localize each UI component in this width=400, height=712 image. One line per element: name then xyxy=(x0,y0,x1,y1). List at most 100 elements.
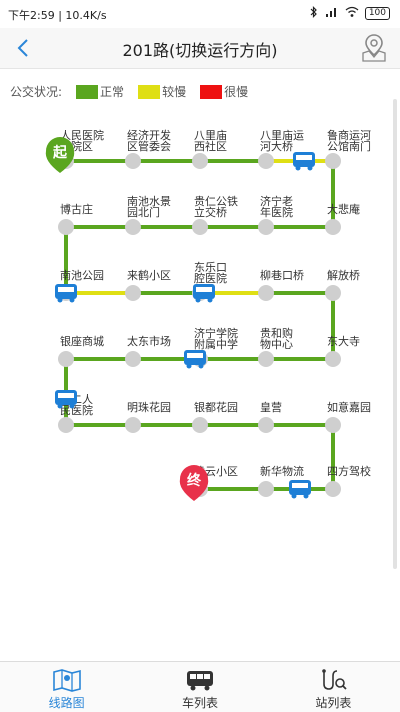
stop-label-line: 公馆南门 xyxy=(327,139,371,153)
end-badge-text: 终 xyxy=(187,472,202,489)
stop-label: 八里庙西社区 xyxy=(194,128,227,153)
wifi-icon xyxy=(345,6,359,21)
stop-label: 银都花园 xyxy=(194,400,238,414)
stop-label-line: 立交桥 xyxy=(194,205,227,219)
stop-dot[interactable] xyxy=(125,351,141,367)
status-speed: 10.4K/s xyxy=(65,9,107,22)
bus-wheel xyxy=(295,165,301,171)
tab-stop-list[interactable]: 站列表 xyxy=(267,662,400,712)
bus-icon[interactable] xyxy=(184,350,206,369)
stop-label-line: 西社区 xyxy=(194,139,227,153)
stop-label-line: 区管委会 xyxy=(127,139,171,153)
stop-label: 皇营 xyxy=(260,400,282,414)
stop-label-line: 年医院 xyxy=(260,205,293,219)
stop-label: 大悲庵 xyxy=(327,202,360,216)
map-icon xyxy=(52,669,81,692)
bus-wheel xyxy=(69,297,75,303)
stop-label-line: 腔医院 xyxy=(194,271,227,285)
route-search-icon xyxy=(322,669,347,690)
bluetooth-icon xyxy=(309,6,319,21)
stop-label: 新华物流 xyxy=(260,464,304,478)
bus-wheel xyxy=(195,297,201,303)
stop-dot[interactable] xyxy=(192,417,208,433)
bus-wheel xyxy=(57,297,63,303)
map-location-button[interactable] xyxy=(360,33,388,63)
battery-indicator: 100 xyxy=(364,7,390,20)
bus-wheel xyxy=(69,403,75,409)
bus-wheel xyxy=(291,493,297,499)
stop-dot[interactable] xyxy=(125,285,141,301)
stop-label: 贵和购物中心 xyxy=(260,326,293,351)
tab-route-map[interactable]: 线路图 xyxy=(0,662,133,712)
stop-dot[interactable] xyxy=(192,219,208,235)
bottom-tab-bar: 线路图 车列表 站列表 xyxy=(0,661,400,712)
stop-label: 银座商城 xyxy=(60,334,104,348)
stop-label: 柳巷口桥 xyxy=(260,268,304,282)
stop-dot[interactable] xyxy=(125,153,141,169)
stop-dot[interactable] xyxy=(258,417,274,433)
bus-wheel xyxy=(186,363,192,369)
stop-label: 经济开发区管委会 xyxy=(127,128,171,153)
route-diagram: 人民医院西院区经济开发区管委会八里庙西社区八里庙运河大桥鲁商运河公馆南门大悲庵济… xyxy=(45,128,371,501)
bus-icon xyxy=(186,671,213,691)
stop-label: 东乐口腔医院 xyxy=(194,261,227,285)
map-pin-icon xyxy=(362,34,386,62)
stop-dot[interactable] xyxy=(325,285,341,301)
stop-dot[interactable] xyxy=(258,219,274,235)
stop-label: 南池水景园北门 xyxy=(127,195,171,219)
bus-window xyxy=(196,287,212,292)
stop-label: 鲁商运河公馆南门 xyxy=(327,128,371,153)
stop-label: 太东市场 xyxy=(127,334,171,348)
bus-wheel xyxy=(198,363,204,369)
start-badge-text: 起 xyxy=(52,144,68,161)
stop-label: 济宁老年医院 xyxy=(260,194,293,219)
bus-icon[interactable] xyxy=(289,480,311,499)
stop-dot[interactable] xyxy=(58,417,74,433)
stop-label: 如意嘉园 xyxy=(327,400,371,414)
stop-label: 解放桥 xyxy=(327,268,360,282)
bus-icon[interactable] xyxy=(293,152,315,171)
stop-dot[interactable] xyxy=(58,219,74,235)
tab-route-map-label: 线路图 xyxy=(48,696,85,710)
bus-wheel xyxy=(57,403,63,409)
stop-dot[interactable] xyxy=(325,153,341,169)
tab-bus-list[interactable]: 车列表 xyxy=(133,662,266,712)
stop-dot[interactable] xyxy=(325,417,341,433)
stop-label-line: 物中心 xyxy=(260,337,293,351)
stop-dot[interactable] xyxy=(325,351,341,367)
status-left: 下午2:59 | 10.4K/s xyxy=(8,7,107,23)
stop-dot[interactable] xyxy=(192,153,208,169)
stop-dot[interactable] xyxy=(125,219,141,235)
stop-label: 八里庙运河大桥 xyxy=(260,128,304,153)
bus-wheel xyxy=(307,165,313,171)
bus-window xyxy=(58,393,74,398)
stop-dot[interactable] xyxy=(258,153,274,169)
stop-label-line: 民医院 xyxy=(60,403,93,417)
status-right: 100 xyxy=(309,6,390,21)
stop-label: 博古庄 xyxy=(60,202,93,216)
stop-label-line: 园北门 xyxy=(127,205,160,219)
bus-window xyxy=(292,483,308,488)
status-bar: 下午2:59 | 10.4K/s 100 xyxy=(0,0,400,28)
page-title[interactable]: 201路(切换运行方向) xyxy=(0,37,400,61)
tab-stop-list-label: 站列表 xyxy=(315,696,352,710)
stop-label: 东大寺 xyxy=(327,334,360,348)
bus-wheel xyxy=(207,297,213,303)
status-time: 下午2:59 xyxy=(8,9,55,22)
bus-window xyxy=(58,287,74,292)
stop-label: 四方驾校 xyxy=(327,464,371,478)
stop-dot[interactable] xyxy=(125,417,141,433)
app-header: 201路(切换运行方向) xyxy=(0,28,400,69)
signal-icon xyxy=(325,6,339,21)
stop-label: 南池公园 xyxy=(60,269,104,282)
stop-dot[interactable] xyxy=(258,285,274,301)
tab-bus-list-label: 车列表 xyxy=(181,696,218,710)
stop-label-line: 附属中学 xyxy=(194,337,238,351)
stop-dot[interactable] xyxy=(58,351,74,367)
scrollbar[interactable] xyxy=(393,99,397,569)
stop-label: 贵仁公铁立交桥 xyxy=(194,195,238,219)
stop-dot[interactable] xyxy=(325,219,341,235)
stop-dot[interactable] xyxy=(258,481,274,497)
stop-dot[interactable] xyxy=(258,351,274,367)
stop-dot[interactable] xyxy=(325,481,341,497)
